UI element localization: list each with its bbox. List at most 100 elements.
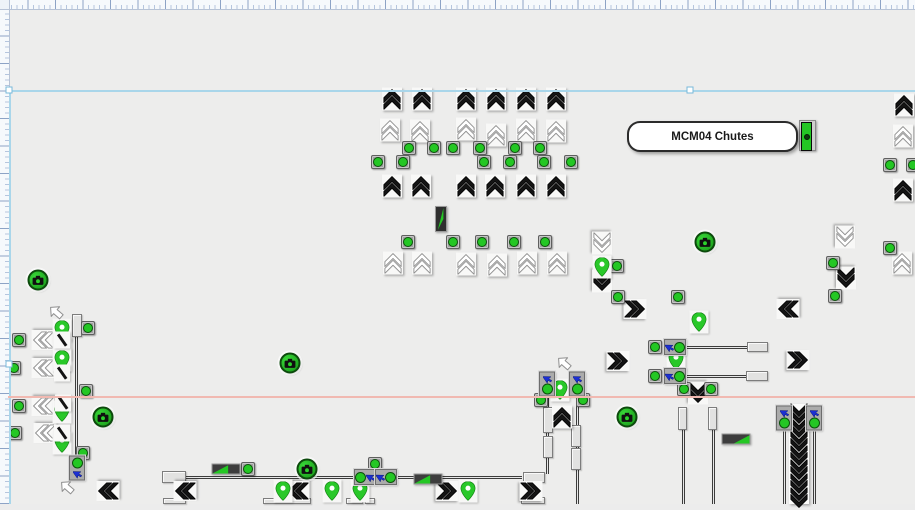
chevron-up-icon[interactable] bbox=[456, 253, 476, 276]
status-indicator[interactable] bbox=[906, 158, 915, 172]
status-indicator[interactable] bbox=[533, 141, 547, 155]
chevron-up-icon[interactable] bbox=[380, 119, 400, 142]
chevron-up-icon[interactable] bbox=[546, 175, 566, 198]
camera-indicator[interactable] bbox=[695, 232, 716, 253]
selection-handle[interactable] bbox=[687, 87, 694, 94]
status-indicator[interactable] bbox=[475, 235, 489, 249]
status-indicator[interactable] bbox=[427, 141, 441, 155]
wedge-indicator[interactable] bbox=[414, 474, 443, 485]
status-indicator[interactable] bbox=[507, 235, 521, 249]
status-indicator[interactable] bbox=[537, 155, 551, 169]
camera-indicator[interactable] bbox=[93, 407, 114, 428]
chevron-up-icon[interactable] bbox=[547, 252, 567, 275]
status-indicator[interactable] bbox=[610, 259, 624, 273]
chevron-up-icon[interactable] bbox=[410, 120, 430, 143]
chevron-up-icon[interactable] bbox=[893, 125, 913, 148]
diagonal-bar-icon[interactable] bbox=[54, 365, 70, 382]
status-indicator[interactable] bbox=[477, 155, 491, 169]
status-indicator[interactable] bbox=[473, 141, 487, 155]
wedge-indicator[interactable] bbox=[722, 434, 751, 445]
chevron-up-icon[interactable] bbox=[411, 175, 431, 198]
chevron-up-icon[interactable] bbox=[516, 119, 536, 142]
wedge-indicator[interactable] bbox=[212, 464, 241, 475]
status-indicator[interactable] bbox=[446, 141, 460, 155]
location-pin-icon[interactable] bbox=[323, 480, 342, 503]
location-pin-icon[interactable] bbox=[274, 480, 293, 503]
status-indicator[interactable] bbox=[648, 340, 662, 354]
chevron-right-icon[interactable] bbox=[607, 351, 630, 371]
status-indicator[interactable] bbox=[826, 256, 840, 270]
chevron-up-icon[interactable] bbox=[456, 118, 476, 141]
wedge-indicator[interactable] bbox=[435, 206, 447, 232]
status-indicator[interactable] bbox=[446, 235, 460, 249]
control-box[interactable] bbox=[664, 368, 686, 384]
chevron-down-icon[interactable] bbox=[592, 232, 612, 255]
control-box[interactable] bbox=[354, 469, 376, 485]
status-indicator[interactable] bbox=[241, 462, 255, 476]
status-indicator[interactable] bbox=[503, 155, 517, 169]
chevron-left-icon[interactable] bbox=[32, 330, 55, 350]
chevron-right-icon[interactable] bbox=[520, 481, 543, 501]
chevron-up-icon[interactable] bbox=[382, 175, 402, 198]
camera-indicator[interactable] bbox=[280, 353, 301, 374]
control-box[interactable] bbox=[69, 456, 85, 481]
chevron-up-icon[interactable] bbox=[487, 254, 507, 277]
chevron-up-icon[interactable] bbox=[485, 175, 505, 198]
camera-indicator[interactable] bbox=[617, 407, 638, 428]
chevron-up-icon[interactable] bbox=[552, 406, 572, 429]
chevron-up-icon[interactable] bbox=[412, 252, 432, 275]
chevron-left-icon[interactable] bbox=[32, 396, 55, 416]
chevron-left-icon[interactable] bbox=[32, 358, 55, 378]
control-box[interactable] bbox=[539, 372, 555, 397]
turn-arrow-icon[interactable] bbox=[556, 355, 574, 373]
status-indicator[interactable] bbox=[401, 235, 415, 249]
chevron-right-icon[interactable] bbox=[624, 299, 647, 319]
turn-arrow-icon[interactable] bbox=[48, 304, 66, 322]
location-pin-icon[interactable] bbox=[593, 256, 612, 279]
conveyor-segment[interactable] bbox=[746, 371, 768, 381]
diagonal-bar-icon[interactable] bbox=[54, 332, 70, 349]
status-indicator[interactable] bbox=[12, 333, 26, 347]
status-indicator[interactable] bbox=[611, 290, 625, 304]
diagonal-bar-icon[interactable] bbox=[54, 425, 70, 442]
selection-handle[interactable] bbox=[6, 361, 13, 368]
status-indicator[interactable] bbox=[81, 321, 95, 335]
status-indicator[interactable] bbox=[704, 382, 718, 396]
conveyor-segment[interactable] bbox=[747, 342, 768, 352]
conveyor-segment[interactable] bbox=[543, 436, 553, 458]
status-indicator[interactable] bbox=[371, 155, 385, 169]
conveyor-segment[interactable] bbox=[571, 425, 581, 447]
conveyor-segment[interactable] bbox=[708, 407, 717, 430]
chevron-down-icon[interactable] bbox=[835, 226, 855, 249]
chevron-up-icon[interactable] bbox=[456, 175, 476, 198]
chevron-up-icon[interactable] bbox=[546, 120, 566, 143]
chevron-up-icon[interactable] bbox=[894, 94, 914, 117]
status-indicator[interactable] bbox=[677, 382, 691, 396]
status-indicator[interactable] bbox=[12, 399, 26, 413]
chevron-left-icon[interactable] bbox=[97, 481, 120, 501]
chevron-up-icon[interactable] bbox=[893, 179, 913, 202]
control-box[interactable] bbox=[806, 406, 822, 431]
chevron-up-icon[interactable] bbox=[486, 124, 506, 147]
status-indicator[interactable] bbox=[396, 155, 410, 169]
control-box[interactable] bbox=[375, 469, 397, 485]
status-indicator[interactable] bbox=[564, 155, 578, 169]
status-indicator[interactable] bbox=[828, 289, 842, 303]
chevron-up-icon[interactable] bbox=[516, 175, 536, 198]
chevron-left-icon[interactable] bbox=[777, 299, 800, 319]
status-indicator[interactable] bbox=[883, 158, 897, 172]
chevron-up-icon[interactable] bbox=[383, 252, 403, 275]
camera-indicator[interactable] bbox=[297, 459, 318, 480]
chute-group-label[interactable]: MCM04 Chutes bbox=[627, 121, 798, 152]
chevron-up-icon[interactable] bbox=[517, 252, 537, 275]
chevron-right-icon[interactable] bbox=[787, 350, 810, 370]
chevron-down-icon[interactable] bbox=[836, 267, 856, 290]
status-indicator[interactable] bbox=[883, 241, 897, 255]
status-indicator[interactable] bbox=[648, 369, 662, 383]
chevron-left-icon[interactable] bbox=[174, 481, 197, 501]
door-indicator[interactable] bbox=[799, 120, 816, 151]
status-indicator[interactable] bbox=[508, 141, 522, 155]
location-pin-icon[interactable] bbox=[459, 480, 478, 503]
control-box[interactable] bbox=[664, 339, 686, 355]
location-pin-icon[interactable] bbox=[690, 311, 709, 334]
